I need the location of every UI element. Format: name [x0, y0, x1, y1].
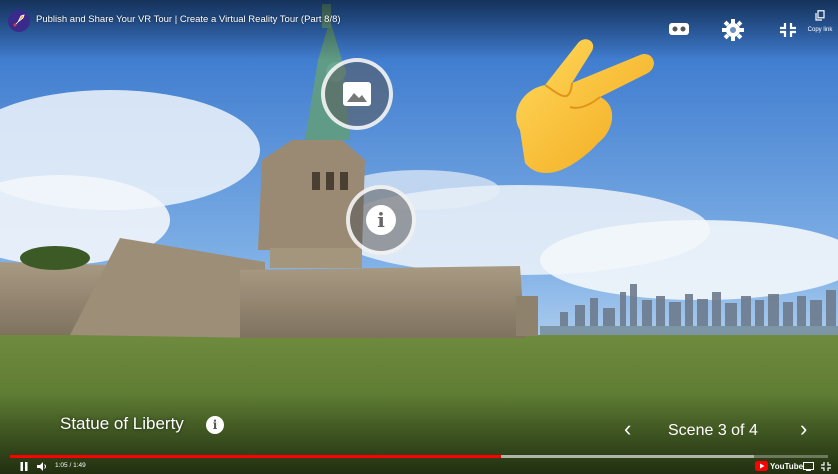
rocket-icon[interactable]: [8, 10, 30, 32]
next-scene-button[interactable]: ›: [800, 418, 807, 440]
copy-link-label: Copy link: [807, 27, 833, 33]
copy-link-button[interactable]: Copy link: [805, 8, 835, 33]
player-controls: 1:05 / 1:49 YouTube: [0, 460, 838, 474]
time-display: 1:05 / 1:49: [55, 462, 86, 469]
gear-icon[interactable]: [722, 19, 744, 41]
top-gradient: [0, 0, 838, 60]
time-current: 1:05: [55, 462, 68, 469]
youtube-label[interactable]: YouTube: [770, 462, 803, 471]
scene-counter: Scene 3 of 4: [668, 422, 758, 439]
scene-info-button[interactable]: i: [206, 416, 224, 434]
prev-scene-button[interactable]: ‹: [624, 418, 631, 440]
pointing-hand-icon: [516, 39, 654, 174]
image-icon: [343, 82, 371, 106]
vr-headset-icon[interactable]: [668, 22, 690, 36]
time-total: 1:49: [73, 462, 86, 469]
youtube-logo-icon[interactable]: [755, 461, 768, 471]
time-separator: /: [69, 462, 72, 469]
progress-bar[interactable]: [10, 455, 828, 458]
pause-icon[interactable]: [20, 462, 28, 471]
captions-icon[interactable]: [803, 462, 814, 471]
scene-title: Statue of Liberty: [60, 414, 184, 433]
image-hotspot[interactable]: [321, 58, 393, 130]
exit-fullscreen-icon[interactable]: [779, 22, 797, 38]
copy-icon: [815, 10, 825, 21]
volume-icon[interactable]: [37, 462, 48, 471]
video-title[interactable]: Publish and Share Your VR Tour | Create …: [36, 14, 341, 25]
video-player[interactable]: Publish and Share Your VR Tour | Create …: [0, 0, 838, 474]
info-icon: i: [366, 205, 396, 235]
fullscreen-icon[interactable]: [821, 462, 831, 471]
info-hotspot[interactable]: i: [346, 185, 416, 255]
progress-played: [10, 455, 501, 458]
